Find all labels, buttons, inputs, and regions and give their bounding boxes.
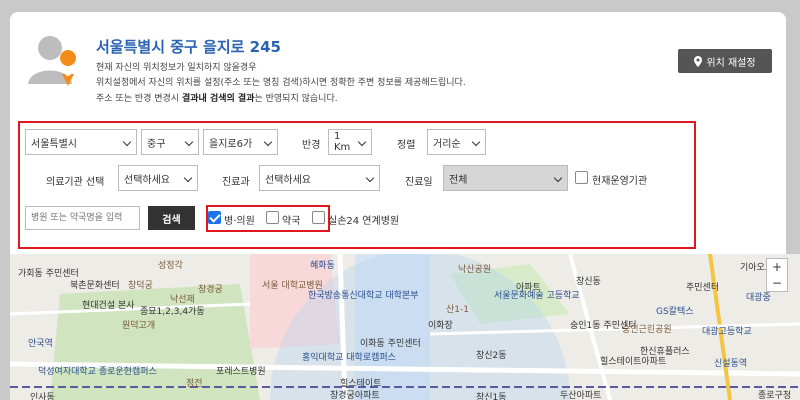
map-label: 현대건설 본사	[82, 301, 135, 311]
department-label: 진료과	[222, 177, 250, 188]
sort-label: 정렬	[397, 140, 416, 151]
map-label: 숭인근린공원	[622, 325, 672, 335]
map-label: 창신1동	[476, 393, 507, 400]
district-select[interactable]: 중구	[141, 129, 199, 155]
map-label: 혜화동	[310, 261, 335, 271]
map-label: 주민센터	[686, 283, 720, 293]
location-pin-icon	[694, 55, 703, 67]
map-label: GS칼텍스	[656, 307, 694, 317]
map-label: 성정각	[158, 261, 183, 271]
map-label: 한국방송통신대학교 대학본부	[308, 291, 419, 301]
desc-line-2: 위치설정에서 자신의 위치를 설정(주소 또는 명칭 검색)하시면 정확한 주변…	[96, 78, 466, 88]
partner-hospital-label: 실손24 연계병원	[328, 216, 400, 227]
partner-hospital-checkbox[interactable]	[312, 211, 325, 224]
reset-location-button[interactable]: 위치 재설정	[678, 49, 772, 73]
map-label: 안국역	[28, 339, 53, 349]
map-label: 창덕궁	[128, 281, 153, 291]
city-select[interactable]: 서울특별시	[25, 129, 137, 155]
map-label: 두산아파트	[560, 391, 602, 400]
map-label: 종묘1,2,3,4가동	[140, 307, 205, 317]
map-label: 덕성여자대학교 종로운현캠퍼스	[38, 367, 157, 377]
day-select[interactable]: 전체	[443, 165, 568, 191]
search-input[interactable]	[25, 206, 140, 230]
map-label: 산1-1	[446, 305, 469, 315]
radius-select[interactable]: 1 Km	[328, 129, 372, 155]
map-label: 정전	[186, 379, 203, 389]
map-label: 원덕고개	[122, 321, 156, 331]
map-label: 창신2동	[476, 351, 507, 361]
zoom-in-button[interactable]: +	[767, 259, 787, 275]
desc3-suffix: 는 반영되지 않습니다.	[254, 94, 338, 104]
institution-select[interactable]: 선택하세요	[118, 165, 198, 191]
map-label: 창신동	[576, 277, 601, 287]
map-label: 이화장	[428, 321, 453, 331]
map-label: 종로구청	[758, 391, 792, 400]
hospital-label: 병·의원	[224, 216, 255, 227]
map-label: 이화동 주민센터	[360, 339, 421, 349]
zoom-out-button[interactable]: −	[767, 275, 787, 291]
operating-checkbox[interactable]	[575, 171, 588, 184]
app-frame: 서울특별시 중구 을지로 245 현재 자신의 위치정보가 일치하지 않을경우 …	[0, 0, 800, 400]
map-label: 홍익대학교 대학로캠퍼스	[302, 353, 396, 363]
search-button[interactable]: 검색	[148, 206, 195, 230]
hospital-checkbox[interactable]	[208, 211, 221, 224]
map-label: 대광고등학교	[702, 327, 752, 337]
map-label: 포레스트병원	[216, 367, 266, 377]
department-select[interactable]: 선택하세요	[259, 165, 380, 191]
map-label: 신설동역	[714, 359, 748, 369]
desc-line-1: 현재 자신의 위치정보가 일치하지 않을경우	[96, 63, 257, 73]
map-label: 인사동	[30, 393, 55, 400]
sort-select[interactable]: 거리순	[427, 129, 486, 155]
operating-label: 현재운영기관	[592, 176, 648, 187]
zoom-control: + −	[766, 258, 788, 292]
pharmacy-checkbox[interactable]	[266, 211, 279, 224]
desc-line-3: 주소 또는 반경 변경시 결과내 검색의 결과는 반영되지 않습니다.	[96, 91, 338, 104]
map-label: 창경궁아파트	[330, 391, 380, 400]
dong-select[interactable]: 을지로6가	[203, 129, 278, 155]
radius-label: 반경	[302, 140, 321, 151]
map-label: 창경궁	[198, 285, 223, 295]
pharmacy-label: 약국	[282, 216, 301, 227]
location-header: 서울특별시 중구 을지로 245 현재 자신의 위치정보가 일치하지 않을경우 …	[10, 12, 786, 116]
current-address: 서울특별시 중구 을지로 245	[96, 38, 281, 56]
user-avatar-icon	[28, 36, 77, 86]
map-label: 서울문화예술 고등학교	[494, 291, 580, 301]
desc3-prefix: 주소 또는 반경 변경시	[96, 94, 182, 104]
map-view[interactable]: 가회동 주민센터 북촌문화센터 현대건설 본사 안국역 창덕궁 낙선제 창경궁 …	[10, 254, 800, 400]
institution-label: 의료기관 선택	[46, 177, 105, 188]
reset-label: 위치 재설정	[706, 57, 756, 69]
map-label: 낙산공원	[458, 265, 492, 275]
map-label: 북촌문화센터	[70, 281, 120, 291]
search-filter-panel: 서울특별시 중구 을지로6가 반경 1 Km 정렬 거리순 의료기관 선택 선택…	[10, 116, 786, 254]
map-label: 힐스테이트아파트	[600, 357, 667, 367]
desc3-bold: 결과내 검색의 결과	[181, 94, 255, 104]
day-label: 진료일	[405, 177, 433, 188]
